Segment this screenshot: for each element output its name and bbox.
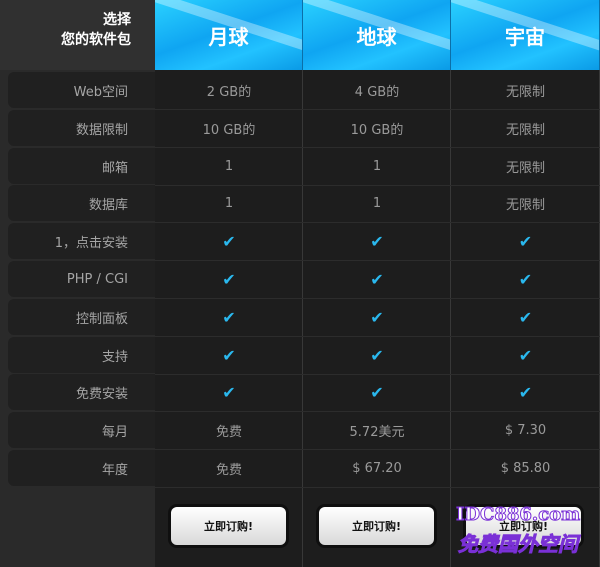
- plan-header-universe: 宇宙: [451, 0, 600, 70]
- plan-value-cell: 10 GB的: [155, 110, 303, 148]
- row-label: 控制面板: [8, 299, 155, 335]
- pricing-table: 选择 您的软件包 月球 地球 宇宙 Web空间 2 GB的 4 GB的 无限制 数据限制…: [0, 0, 600, 567]
- plan-name-moon: 月球: [208, 24, 249, 49]
- row-label: 1，点击安装: [8, 223, 155, 259]
- table-corner-title: 选择 您的软件包: [0, 0, 155, 70]
- plan-value-cell: 1: [303, 148, 451, 186]
- check-icon: ✔: [451, 223, 600, 261]
- plan-value-cell: 1: [155, 148, 303, 186]
- check-icon: ✔: [155, 337, 303, 375]
- plan-value-cell: 无限制: [451, 185, 600, 223]
- row-label: 数据限制: [8, 110, 155, 146]
- check-icon: ✔: [155, 374, 303, 412]
- check-icon: ✔: [155, 223, 303, 261]
- plan-value-cell: $ 67.20: [303, 450, 451, 488]
- plan-header-earth: 地球: [303, 0, 451, 70]
- row-label: 免费安装: [8, 374, 155, 410]
- plan-value-cell: 4 GB的: [303, 72, 451, 110]
- row-label: 每月: [8, 412, 155, 448]
- check-icon: ✔: [451, 261, 600, 299]
- plan-value-cell: 1: [303, 185, 451, 223]
- order-button-earth[interactable]: 立即订购!: [319, 507, 434, 545]
- plan-value-cell: $ 85.80: [451, 450, 600, 488]
- plan-value-cell: 2 GB的: [155, 72, 303, 110]
- plan-value-cell: 5.72美元: [303, 412, 451, 450]
- row-label: 年度: [8, 450, 155, 486]
- check-icon: ✔: [303, 374, 451, 412]
- row-label: Web空间: [8, 72, 155, 108]
- plan-value-cell: 10 GB的: [303, 110, 451, 148]
- watermark-slogan: 免费国外空间: [458, 532, 579, 557]
- check-icon: ✔: [303, 299, 451, 337]
- check-icon: ✔: [451, 374, 600, 412]
- plan-value-cell: $ 7.30: [451, 412, 600, 450]
- plan-name-earth: 地球: [356, 24, 397, 49]
- corner-title-line1: 选择: [103, 12, 131, 28]
- row-label: 数据库: [8, 185, 155, 221]
- row-label: 支持: [8, 337, 155, 373]
- check-icon: ✔: [155, 261, 303, 299]
- plan-value-cell: 免费: [155, 412, 303, 450]
- corner-title-line2: 您的软件包: [61, 32, 131, 48]
- check-icon: ✔: [451, 337, 600, 375]
- plan-value-cell: 无限制: [451, 148, 600, 186]
- plan-value-cell: 免费: [155, 450, 303, 488]
- row-label: 邮箱: [8, 148, 155, 184]
- plan-value-cell: 无限制: [451, 72, 600, 110]
- plan-name-universe: 宇宙: [505, 24, 545, 49]
- plan-header-moon: 月球: [155, 0, 303, 70]
- check-icon: ✔: [303, 337, 451, 375]
- order-button-moon[interactable]: 立即订购!: [171, 507, 286, 545]
- check-icon: ✔: [303, 223, 451, 261]
- watermark-domain: IDC886.com: [455, 504, 581, 526]
- row-label: PHP / CGI: [8, 261, 155, 297]
- check-icon: ✔: [303, 261, 451, 299]
- plan-value-cell: 1: [155, 185, 303, 223]
- plan-value-cell: 无限制: [451, 110, 600, 148]
- check-icon: ✔: [451, 299, 600, 337]
- check-icon: ✔: [155, 299, 303, 337]
